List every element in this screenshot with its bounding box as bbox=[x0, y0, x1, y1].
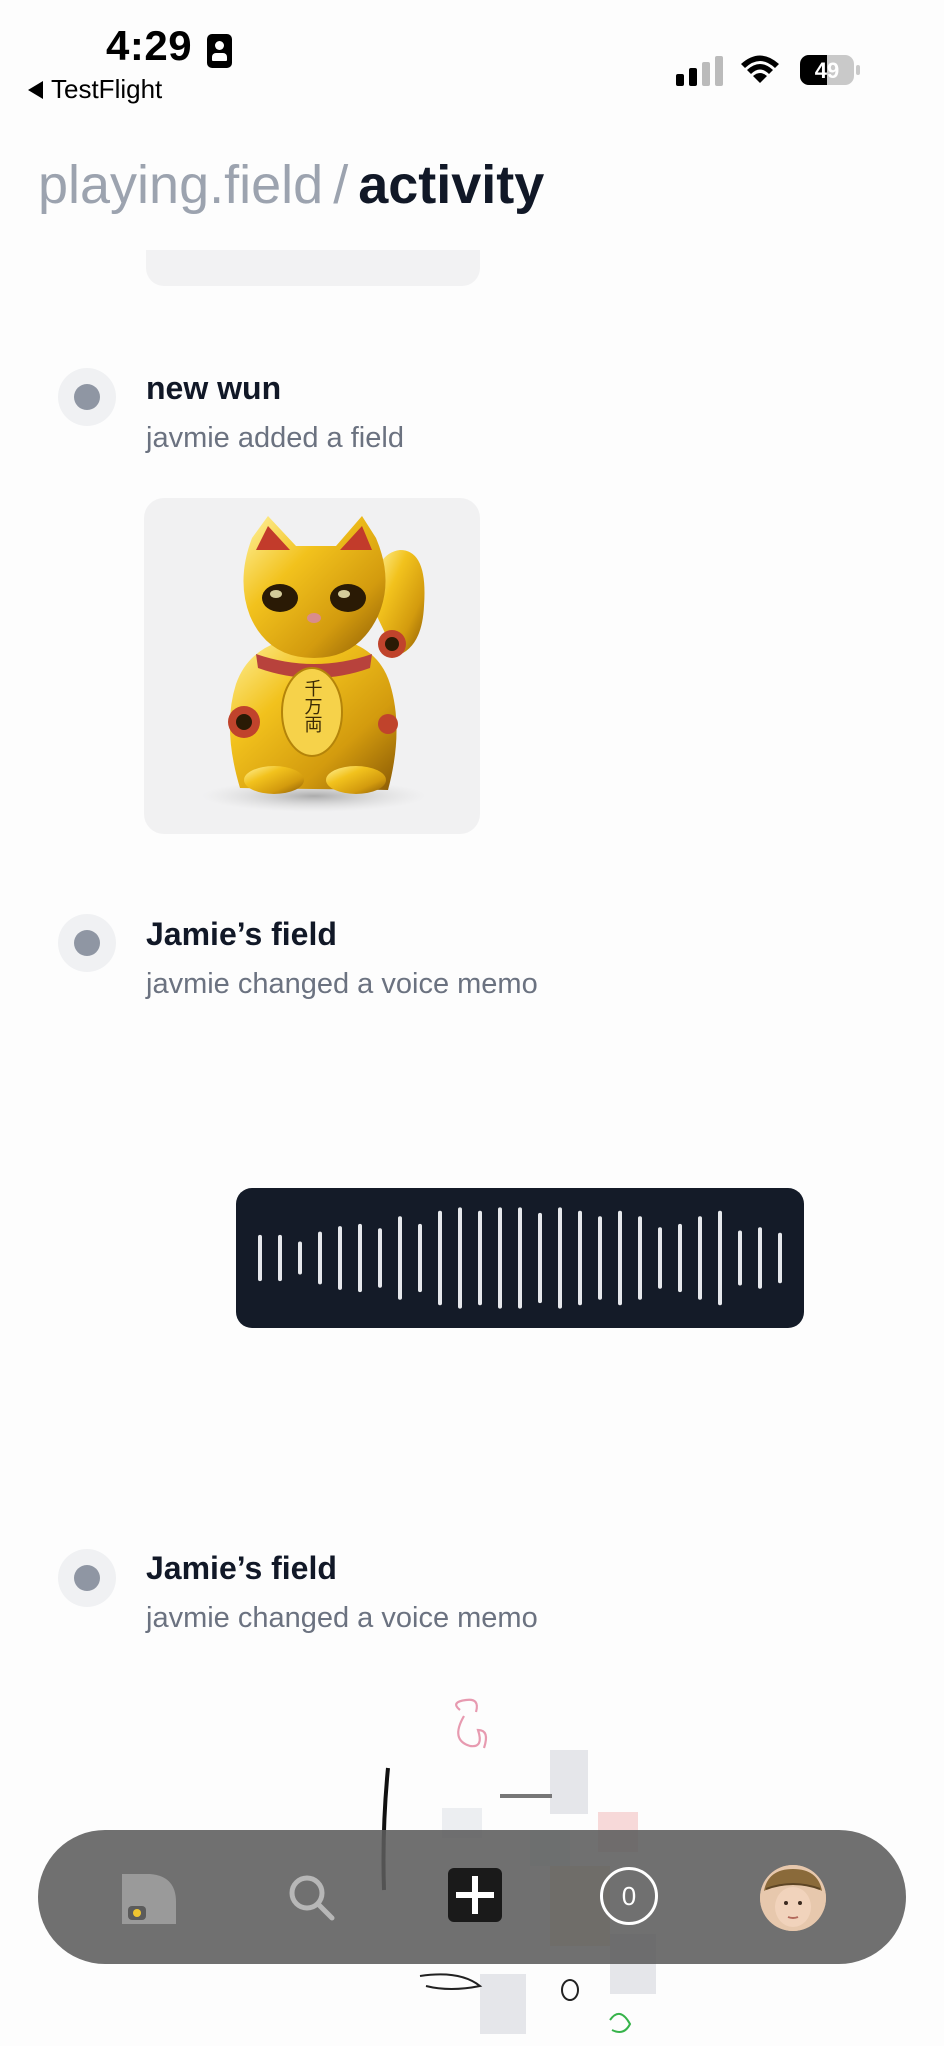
field-image-card[interactable]: 千万両 bbox=[144, 498, 480, 834]
page-title: activity bbox=[358, 155, 545, 215]
activity-dot bbox=[58, 368, 116, 426]
waveform-bar bbox=[418, 1223, 422, 1293]
activity-subtitle: javmie changed a voice memo bbox=[146, 1602, 538, 1634]
notifications-count-button[interactable]: 0 bbox=[600, 1867, 658, 1925]
profile-avatar[interactable] bbox=[760, 1865, 826, 1931]
waveform-bar bbox=[298, 1241, 302, 1275]
activity-title[interactable]: Jamie’s field bbox=[146, 1550, 337, 1587]
bottom-nav-bar: 0 bbox=[38, 1830, 906, 1964]
back-app-label: TestFlight bbox=[51, 74, 163, 104]
waveform-bar bbox=[398, 1216, 402, 1300]
waveform-bar bbox=[318, 1231, 322, 1285]
activity-subtitle: javmie changed a voice memo bbox=[146, 968, 538, 1000]
voice-memo-card[interactable] bbox=[236, 1188, 804, 1328]
activity-title[interactable]: Jamie’s field bbox=[146, 916, 337, 953]
waveform-bar bbox=[438, 1210, 442, 1306]
waveform-bar bbox=[718, 1210, 722, 1306]
waveform-bar bbox=[338, 1226, 342, 1290]
waveform-bar bbox=[478, 1210, 482, 1306]
page-header: playing.field / activity bbox=[38, 158, 544, 212]
voice-memo-waveform bbox=[258, 1207, 782, 1309]
waveform-bar bbox=[378, 1228, 382, 1288]
lucky-cat-image: 千万両 bbox=[202, 516, 426, 812]
battery-level: 49 bbox=[815, 58, 839, 83]
activity-title[interactable]: new wun bbox=[146, 370, 281, 407]
waveform-bar bbox=[358, 1223, 362, 1293]
waveform-bar bbox=[638, 1216, 642, 1300]
home-tab[interactable] bbox=[120, 1870, 178, 1926]
coin-text: 千万両 bbox=[302, 679, 323, 734]
breadcrumb-separator: / bbox=[333, 155, 349, 215]
waveform-bar bbox=[698, 1216, 702, 1300]
activity-subtitle: javmie added a field bbox=[146, 422, 404, 454]
search-tab[interactable] bbox=[286, 1872, 336, 1922]
waveform-bar bbox=[558, 1207, 562, 1309]
waveform-bar bbox=[458, 1207, 462, 1309]
cellular-signal-icon bbox=[676, 56, 723, 86]
search-icon bbox=[289, 1875, 335, 1921]
wifi-icon bbox=[741, 55, 779, 83]
waveform-bar bbox=[278, 1234, 282, 1282]
waveform-bar bbox=[578, 1210, 582, 1306]
activity-dot bbox=[58, 914, 116, 972]
waveform-bar bbox=[778, 1232, 782, 1284]
battery-icon: 49 bbox=[800, 55, 860, 85]
activity-dot bbox=[58, 1549, 116, 1607]
waveform-bar bbox=[678, 1223, 682, 1293]
waveform-bar bbox=[738, 1230, 742, 1286]
waveform-bar bbox=[518, 1207, 522, 1309]
waveform-bar bbox=[758, 1227, 762, 1289]
waveform-bar bbox=[618, 1210, 622, 1306]
back-arrow-icon bbox=[28, 80, 43, 99]
home-tab-icon bbox=[122, 1874, 176, 1924]
breadcrumb-root[interactable]: playing.field bbox=[38, 155, 323, 215]
waveform-bar bbox=[598, 1216, 602, 1300]
add-icon bbox=[448, 1868, 502, 1922]
waveform-bar bbox=[258, 1234, 262, 1282]
waveform-bar bbox=[498, 1207, 502, 1309]
contact-card-icon bbox=[207, 34, 232, 68]
avatar-image bbox=[760, 1865, 826, 1931]
status-time: 4:29 bbox=[106, 22, 193, 69]
waveform-bar bbox=[658, 1227, 662, 1289]
add-button[interactable] bbox=[442, 1862, 508, 1928]
previous-item-card[interactable] bbox=[146, 250, 480, 286]
waveform-bar bbox=[538, 1212, 542, 1304]
back-to-app-link[interactable]: TestFlight bbox=[28, 74, 162, 105]
